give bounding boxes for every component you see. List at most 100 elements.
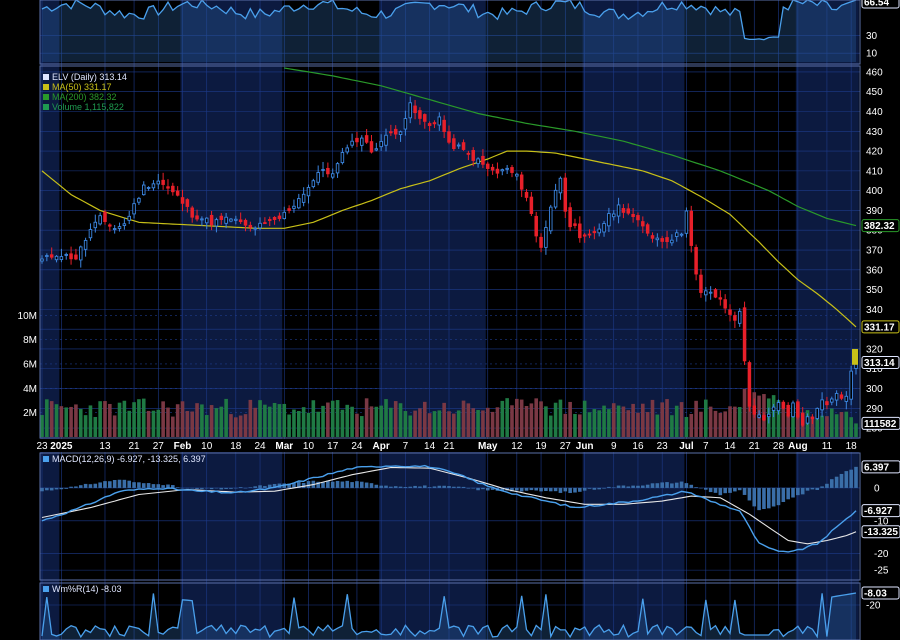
- rsi-panel: [40, 0, 860, 65]
- value-tag: 6.397: [861, 460, 900, 473]
- candle-body: [616, 204, 621, 217]
- macd-histogram-bar: [190, 487, 195, 489]
- macd-histogram-bar: [718, 487, 723, 496]
- candle-body: [132, 203, 136, 215]
- volume-bar: [592, 409, 597, 437]
- macd-histogram-bar: [151, 484, 156, 488]
- macd-histogram-bar: [364, 482, 369, 488]
- volume-bar: [849, 417, 853, 437]
- candle-body: [360, 137, 364, 146]
- macd-histogram-bar: [534, 487, 539, 491]
- legend-swatch: [43, 456, 49, 462]
- value-tag-text: 382.32: [864, 221, 895, 232]
- volume-bar: [345, 404, 350, 437]
- macd-histogram-bar: [161, 485, 165, 488]
- macd-histogram-bar: [558, 487, 563, 493]
- macd-histogram-bar: [224, 487, 228, 489]
- candle-body: [369, 141, 374, 153]
- macd-histogram-bar: [544, 487, 548, 491]
- candle-body: [713, 289, 718, 298]
- volume-bar: [485, 407, 490, 437]
- macd-histogram-bar: [456, 486, 461, 488]
- macd-histogram-bar: [650, 483, 655, 488]
- volume-bar: [573, 414, 577, 437]
- candle-body: [277, 215, 282, 219]
- candle-body: [519, 174, 524, 190]
- candle-body: [185, 199, 190, 207]
- volume-bar: [316, 411, 320, 437]
- date-tick-label: 16: [632, 441, 644, 452]
- macd-histogram-bar: [766, 487, 771, 509]
- macd-histogram-bar: [49, 487, 54, 491]
- date-tick-label: Jul: [679, 441, 694, 452]
- macd-histogram-bar: [369, 483, 374, 488]
- date-tick-label: 24: [254, 441, 266, 452]
- price-tick-label: 290: [866, 404, 883, 415]
- macd-histogram-bar: [301, 482, 306, 488]
- volume-bar: [456, 410, 461, 437]
- volume-bar: [185, 411, 190, 437]
- candle-body: [539, 236, 543, 248]
- volume-bar: [534, 398, 539, 437]
- macd-histogram-bar: [708, 487, 713, 493]
- macd-histogram-bar: [796, 487, 800, 496]
- volume-bar: [190, 411, 195, 437]
- candle-body: [171, 185, 175, 193]
- volume-bar: [510, 405, 514, 437]
- price-tick-label: 370: [866, 246, 883, 257]
- candle-body: [839, 394, 844, 399]
- price-tick-label: 410: [866, 166, 883, 177]
- macd-histogram-bar: [117, 479, 122, 488]
- candle-body: [214, 219, 219, 227]
- volume-bar: [64, 407, 69, 437]
- volume-bar: [650, 399, 655, 437]
- volume-bar: [670, 415, 674, 437]
- candle-body: [742, 307, 747, 362]
- macd-histogram-bar: [553, 487, 558, 492]
- candle-body: [611, 213, 616, 218]
- value-tag-text: -6.927: [864, 506, 893, 517]
- macd-histogram-bar: [185, 487, 190, 489]
- candle-body: [674, 232, 679, 237]
- candle-body: [335, 163, 340, 174]
- candle-body: [137, 197, 141, 203]
- value-tag: 382.32: [861, 219, 900, 233]
- candle-body: [306, 186, 311, 197]
- candle-body: [117, 226, 122, 229]
- candle-body: [345, 147, 350, 153]
- williams-tick-label: -20: [866, 601, 881, 612]
- volume-bar: [742, 388, 747, 437]
- macd-histogram-bar: [350, 482, 354, 488]
- candle-body: [820, 399, 824, 411]
- macd-histogram-bar: [854, 466, 858, 488]
- macd-histogram-bar: [674, 482, 679, 488]
- volume-bar: [355, 413, 359, 437]
- candle-body: [694, 247, 698, 275]
- candle-body: [747, 362, 752, 407]
- volume-bar: [689, 413, 694, 437]
- candle-body: [432, 122, 437, 125]
- date-tick-label: 2025: [50, 441, 73, 452]
- volume-tick-label: 6M: [23, 359, 37, 370]
- volume-bar: [447, 411, 451, 437]
- candle-body: [771, 406, 776, 411]
- value-tag-text: 6.397: [864, 462, 889, 473]
- macd-histogram-bar: [40, 487, 44, 492]
- candle-body: [413, 105, 417, 114]
- candle-body: [549, 206, 553, 232]
- candle-body: [64, 253, 68, 256]
- candle-body: [461, 142, 466, 150]
- macd-histogram-bar: [306, 481, 311, 488]
- candle-body: [660, 238, 664, 242]
- macd-histogram-bar: [98, 482, 102, 488]
- macd-histogram-bar: [582, 487, 587, 491]
- date-tick-label: 18: [846, 441, 858, 452]
- candle-body: [258, 222, 262, 229]
- stock-chart: 4604504404304204104003903803703603503403…: [0, 0, 900, 640]
- candle-body: [723, 299, 727, 309]
- candle-body: [83, 239, 88, 250]
- candle-body: [340, 152, 345, 164]
- macd-histogram-bar: [839, 473, 844, 488]
- macd-histogram-bar: [234, 487, 238, 489]
- candle-body: [146, 187, 151, 189]
